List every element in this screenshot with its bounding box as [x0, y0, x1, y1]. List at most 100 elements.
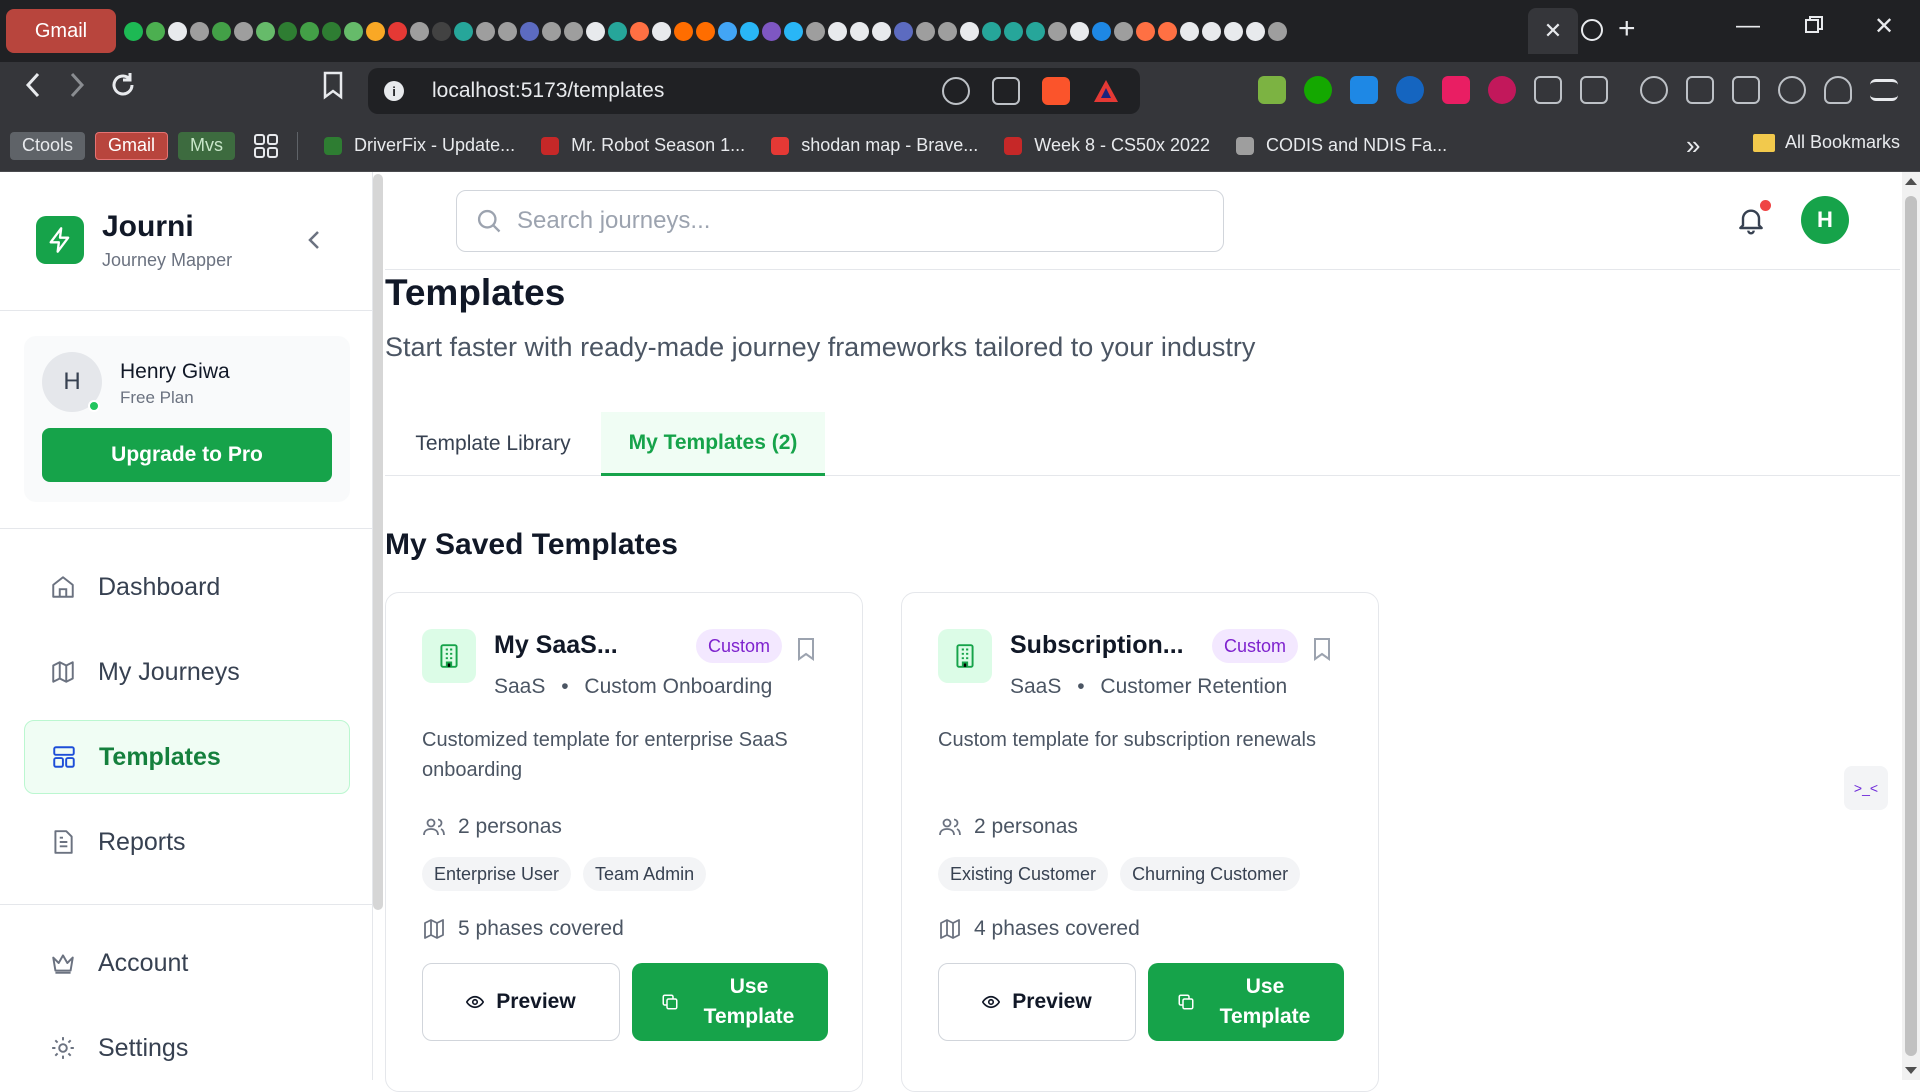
- use-template-button[interactable]: Use Template: [1148, 963, 1344, 1041]
- site-info-icon[interactable]: i: [384, 81, 404, 101]
- sidebar-item-settings[interactable]: Settings: [24, 1011, 350, 1085]
- minimize-window-button[interactable]: —: [1736, 12, 1760, 40]
- pinned-tab-favicon-icon[interactable]: [1070, 21, 1089, 41]
- pinned-tab-favicon-icon[interactable]: [872, 21, 891, 41]
- pinned-tab-favicon-icon[interactable]: [278, 21, 297, 41]
- restore-window-button[interactable]: [1804, 14, 1824, 42]
- pinned-tab-favicon-icon[interactable]: [1202, 21, 1221, 41]
- pinned-tab-favicon-icon[interactable]: [674, 21, 693, 41]
- pinned-tab-favicon-icon[interactable]: [630, 21, 649, 41]
- sidebar-item-my-journeys[interactable]: My Journeys: [24, 635, 350, 709]
- bookmarks-overflow-icon[interactable]: »: [1686, 130, 1700, 161]
- pinned-tab-favicon-icon[interactable]: [476, 21, 495, 41]
- pinned-tab-favicon-icon[interactable]: [322, 21, 341, 41]
- devtools-toggle-icon[interactable]: >_<: [1844, 766, 1888, 810]
- use-template-button[interactable]: Use Template: [632, 963, 828, 1041]
- tab-my-templates[interactable]: My Templates (2): [601, 412, 825, 476]
- pinned-tab-favicon-icon[interactable]: [168, 21, 187, 41]
- pinned-tab-favicon-icon[interactable]: [608, 21, 627, 41]
- pinned-tab-favicon-icon[interactable]: [234, 21, 253, 41]
- pinned-tab-favicon-icon[interactable]: [652, 21, 671, 41]
- extension-upwork-icon[interactable]: [1304, 76, 1332, 104]
- bookmark-icon[interactable]: [1312, 637, 1332, 661]
- search-input[interactable]: Search journeys...: [456, 190, 1224, 252]
- pinned-tab-favicon-icon[interactable]: [1180, 21, 1199, 41]
- sidebar-scrollbar[interactable]: [373, 174, 383, 910]
- key-icon[interactable]: [942, 77, 970, 105]
- tab-template-library[interactable]: Template Library: [385, 412, 601, 476]
- sidebar-item-templates[interactable]: Templates: [24, 720, 350, 794]
- brave-shields-icon[interactable]: [1042, 77, 1070, 105]
- scrollbar-thumb[interactable]: [1905, 196, 1917, 1056]
- bookmark-link[interactable]: shodan map - Brave...: [771, 135, 978, 156]
- apps-grid-icon[interactable]: [253, 133, 279, 159]
- leo-icon[interactable]: [1640, 76, 1668, 104]
- pinned-tab-favicon-icon[interactable]: [696, 21, 715, 41]
- pinned-tab-favicon-icon[interactable]: [960, 21, 979, 41]
- sidebar-item-reports[interactable]: Reports: [24, 805, 350, 879]
- bookmark-icon[interactable]: [796, 637, 816, 661]
- bookmark-page-icon[interactable]: [322, 70, 344, 111]
- pinned-tab-favicon-icon[interactable]: [1246, 21, 1265, 41]
- pinned-tab-favicon-icon[interactable]: [542, 21, 561, 41]
- active-tab-close-icon[interactable]: ✕: [1528, 8, 1578, 54]
- new-tab-button[interactable]: +: [1618, 12, 1636, 46]
- bookmark-link[interactable]: Week 8 - CS50x 2022: [1004, 135, 1210, 156]
- pinned-tab-favicon-icon[interactable]: [454, 21, 473, 41]
- pinned-tab-favicon-icon[interactable]: [1224, 21, 1243, 41]
- extension-chart-icon[interactable]: [1258, 76, 1286, 104]
- pinned-tab-favicon-icon[interactable]: [894, 21, 913, 41]
- bookmark-link[interactable]: CODIS and NDIS Fa...: [1236, 135, 1447, 156]
- share-icon[interactable]: [992, 77, 1020, 105]
- address-bar[interactable]: i localhost:5173/templates: [368, 68, 1140, 114]
- template-title[interactable]: My SaaS...: [494, 631, 618, 660]
- back-icon[interactable]: [22, 70, 44, 111]
- pinned-tab-favicon-icon[interactable]: [828, 21, 847, 41]
- close-window-button[interactable]: ✕: [1874, 12, 1894, 41]
- ai-sparkle-icon[interactable]: [1778, 76, 1806, 104]
- sidebar-item-dashboard[interactable]: Dashboard: [24, 550, 350, 624]
- pinned-tab-favicon-icon[interactable]: [564, 21, 583, 41]
- extension-k-icon[interactable]: [1350, 76, 1378, 104]
- pinned-tab-favicon-icon[interactable]: [1158, 21, 1177, 41]
- pinned-tab-favicon-icon[interactable]: [410, 21, 429, 41]
- pinned-tab-favicon-icon[interactable]: [1026, 21, 1045, 41]
- extension-c-icon[interactable]: [1396, 76, 1424, 104]
- extension-search-icon[interactable]: [1580, 76, 1608, 104]
- scroll-up-arrow[interactable]: [1905, 178, 1917, 185]
- pinned-tab-favicon-icon[interactable]: [256, 21, 275, 41]
- pinned-tab-favicon-icon[interactable]: [498, 21, 517, 41]
- menu-icon[interactable]: [1870, 79, 1898, 101]
- wallet-icon[interactable]: [1732, 76, 1760, 104]
- all-bookmarks-button[interactable]: All Bookmarks: [1752, 132, 1900, 153]
- pinned-tab-favicon-icon[interactable]: [146, 21, 165, 41]
- upgrade-to-pro-button[interactable]: Upgrade to Pro: [42, 428, 332, 482]
- pinned-tab-favicon-icon[interactable]: [1092, 21, 1111, 41]
- pinned-tab-favicon-icon[interactable]: [212, 21, 231, 41]
- pinned-tab-favicon-icon[interactable]: [124, 21, 143, 41]
- pinned-tab-favicon-icon[interactable]: [1004, 21, 1023, 41]
- extension-f-icon[interactable]: [1442, 76, 1470, 104]
- vpn-shield-icon[interactable]: [1824, 76, 1852, 104]
- pinned-tab-favicon-icon[interactable]: [938, 21, 957, 41]
- reload-icon[interactable]: [108, 70, 138, 111]
- pinned-tab-favicon-icon[interactable]: [916, 21, 935, 41]
- bookmark-link[interactable]: Mr. Robot Season 1...: [541, 135, 745, 156]
- bookmark-chip-mvs[interactable]: Mvs: [178, 131, 236, 160]
- scroll-down-arrow[interactable]: [1905, 1067, 1917, 1074]
- preview-button[interactable]: Preview: [938, 963, 1136, 1041]
- page-scrollbar[interactable]: [1902, 172, 1920, 1080]
- sidebar-item-account[interactable]: Account: [24, 926, 350, 1000]
- pinned-tab-favicon-icon[interactable]: [388, 21, 407, 41]
- sidebar-toggle-icon[interactable]: [1686, 76, 1714, 104]
- pinned-tab-favicon-icon[interactable]: [300, 21, 319, 41]
- pinned-tab-favicon-icon[interactable]: [1114, 21, 1133, 41]
- pinned-tab-favicon-icon[interactable]: [586, 21, 605, 41]
- pinned-tab-favicon-icon[interactable]: [740, 21, 759, 41]
- pinned-tab-favicon-icon[interactable]: [1048, 21, 1067, 41]
- bookmark-link[interactable]: DriverFix - Update...: [324, 135, 515, 156]
- forward-icon[interactable]: [66, 70, 88, 111]
- pinned-tab-favicon-icon[interactable]: [366, 21, 385, 41]
- pinned-tab-favicon-icon[interactable]: [520, 21, 539, 41]
- template-title[interactable]: Subscription...: [1010, 631, 1184, 660]
